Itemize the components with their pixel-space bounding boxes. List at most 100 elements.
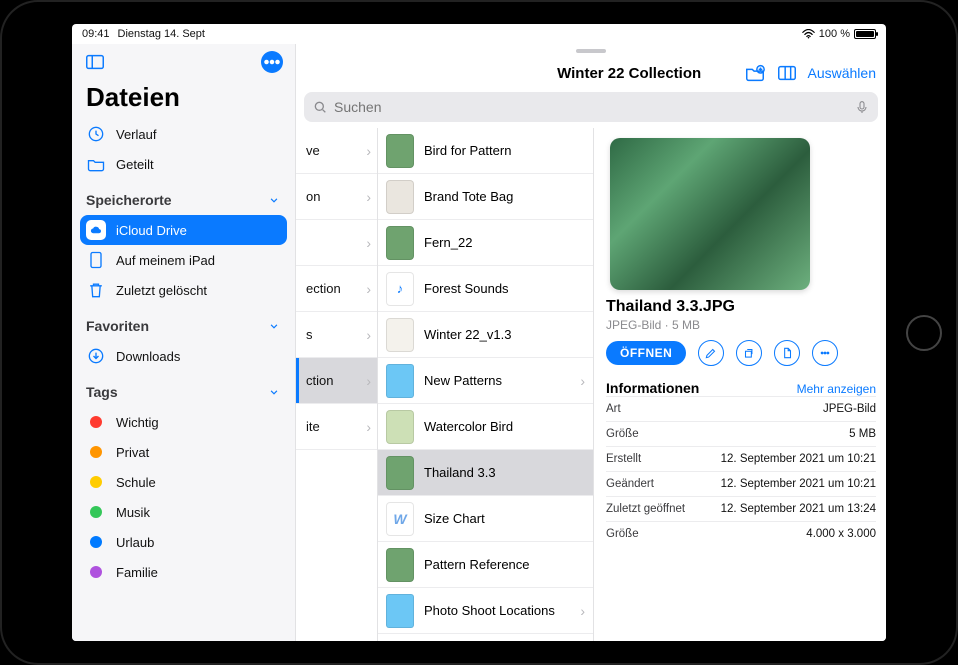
sidebar-tag-item[interactable]: Urlaub: [72, 527, 295, 557]
info-key: Zuletzt geöffnet: [606, 503, 685, 515]
sidebar-recent[interactable]: Verlauf: [72, 119, 295, 149]
column0-label: on: [306, 189, 320, 204]
column1-label: Winter 22_v1.3: [424, 327, 585, 342]
more-actions-icon[interactable]: [812, 340, 838, 366]
status-date: Dienstag 14. Sept: [118, 28, 205, 40]
column0-item[interactable]: ite›: [296, 404, 377, 450]
column0-label: s: [306, 327, 313, 342]
battery-icon: [854, 29, 876, 39]
sidebar-tag-item[interactable]: Wichtig: [72, 407, 295, 437]
column0-item[interactable]: ve›: [296, 128, 377, 174]
download-icon: [86, 345, 106, 367]
rotate-icon[interactable]: [736, 340, 762, 366]
column1-item[interactable]: WSize Chart: [378, 496, 593, 542]
column1-item[interactable]: ♪Forest Sounds: [378, 266, 593, 312]
column1-item[interactable]: Bird for Pattern: [378, 128, 593, 174]
mic-icon[interactable]: [854, 99, 870, 115]
shared-folder-icon: [86, 153, 106, 175]
column0-item[interactable]: ction›: [296, 358, 377, 404]
sidebar-location-trash[interactable]: Zuletzt gelöscht: [72, 275, 295, 305]
column1-label: Thailand 3.3: [424, 465, 585, 480]
info-more[interactable]: Mehr anzeigen: [797, 382, 876, 396]
column1-label: Pattern Reference: [424, 557, 585, 572]
info-row: Geändert 12. September 2021 um 10:21: [606, 471, 876, 496]
sidebar: Dateien Verlauf Geteilt Speicherorte: [72, 44, 296, 641]
sidebar-tag-item[interactable]: Privat: [72, 437, 295, 467]
select-button[interactable]: Auswählen: [808, 65, 877, 81]
main-pane: Winter 22 Collection Auswählen ve›on››ec…: [296, 44, 886, 641]
column1-item[interactable]: Brand Tote Bag: [378, 174, 593, 220]
convert-icon[interactable]: [774, 340, 800, 366]
search-input[interactable]: [334, 99, 848, 115]
column1-item[interactable]: Fern_22: [378, 220, 593, 266]
markup-icon[interactable]: [698, 340, 724, 366]
column1-label: Watercolor Bird: [424, 419, 585, 434]
chevron-right-icon: ›: [366, 419, 371, 435]
chevron-right-icon: ›: [366, 327, 371, 343]
search-field[interactable]: [304, 92, 878, 122]
tag-color-dot: [90, 566, 102, 578]
tag-color-dot: [90, 416, 102, 428]
info-header: Informationen: [606, 380, 699, 396]
wifi-icon: [802, 29, 815, 39]
column1-item[interactable]: New Patterns›: [378, 358, 593, 404]
sidebar-shared[interactable]: Geteilt: [72, 149, 295, 179]
column1-label: Bird for Pattern: [424, 143, 585, 158]
tag-label: Familie: [116, 565, 158, 580]
column0-label: ction: [306, 373, 333, 388]
tag-label: Urlaub: [116, 535, 154, 550]
chevron-right-icon: ›: [580, 373, 585, 389]
sidebar-tag-item[interactable]: Familie: [72, 557, 295, 587]
ipad-icon: [86, 249, 106, 271]
tag-label: Wichtig: [116, 415, 159, 430]
file-preview[interactable]: [610, 138, 810, 290]
detail-column: Thailand 3.3.JPG JPEG-Bild · 5 MB ÖFFNEN…: [594, 128, 886, 641]
column1-item[interactable]: Pattern Reference: [378, 542, 593, 588]
sidebar-location-onipad[interactable]: Auf meinem iPad: [72, 245, 295, 275]
column1-label: Fern_22: [424, 235, 585, 250]
grab-handle[interactable]: [296, 44, 886, 58]
status-time: 09:41: [82, 28, 110, 40]
info-value: 12. September 2021 um 10:21: [721, 478, 876, 490]
section-tags[interactable]: Tags: [72, 377, 295, 407]
sidebar-title: Dateien: [72, 80, 295, 119]
column0-item[interactable]: on›: [296, 174, 377, 220]
chevron-right-icon: ›: [366, 281, 371, 297]
sidebar-location-icloud[interactable]: iCloud Drive: [80, 215, 287, 245]
folder-icon: [386, 364, 414, 398]
sidebar-tag-item[interactable]: Schule: [72, 467, 295, 497]
info-row: Größe5 MB: [606, 421, 876, 446]
doc-icon: W: [386, 502, 414, 536]
browse-column-0: ve›on››ection›s›ction›ite›: [296, 128, 378, 641]
status-bar: 09:41 Dienstag 14. Sept 100 %: [72, 24, 886, 44]
file-meta: JPEG-Bild · 5 MB: [606, 318, 876, 332]
hide-sidebar-icon[interactable]: [84, 51, 106, 73]
view-columns-icon[interactable]: [776, 62, 798, 84]
open-button[interactable]: ÖFFNEN: [606, 341, 686, 365]
column1-item[interactable]: Watercolor Bird: [378, 404, 593, 450]
column1-item[interactable]: Photo Shoot Locations ›: [378, 588, 593, 634]
info-key: Geändert: [606, 478, 654, 490]
column1-item[interactable]: Thailand 3.3: [378, 450, 593, 496]
section-locations[interactable]: Speicherorte: [72, 185, 295, 215]
column0-item[interactable]: ection›: [296, 266, 377, 312]
battery-pct: 100 %: [819, 28, 850, 40]
tag-color-dot: [90, 536, 102, 548]
sidebar-tag-item[interactable]: Musik: [72, 497, 295, 527]
sidebar-favorite-downloads[interactable]: Downloads: [72, 341, 295, 371]
column0-item[interactable]: s›: [296, 312, 377, 358]
tag-color-dot: [90, 446, 102, 458]
info-value: 12. September 2021 um 13:24: [721, 503, 876, 515]
new-folder-icon[interactable]: [744, 62, 766, 84]
tag-label: Musik: [116, 505, 150, 520]
column0-item[interactable]: ›: [296, 220, 377, 266]
home-button[interactable]: [906, 315, 942, 351]
column1-label: Photo Shoot Locations: [424, 603, 570, 618]
file-thumb: [386, 548, 414, 582]
section-favorites[interactable]: Favoriten: [72, 311, 295, 341]
tag-color-dot: [90, 506, 102, 518]
chevron-right-icon: ›: [580, 603, 585, 619]
search-icon: [312, 99, 328, 115]
more-options-icon[interactable]: [261, 51, 283, 73]
column1-item[interactable]: Winter 22_v1.3: [378, 312, 593, 358]
